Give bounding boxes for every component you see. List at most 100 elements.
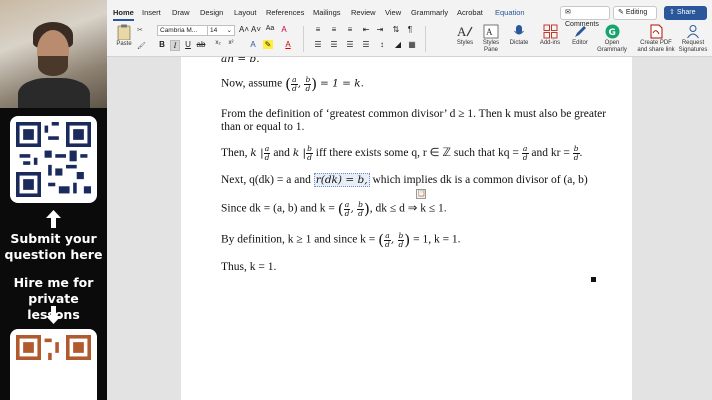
sort-icon[interactable]: ⇅ bbox=[391, 25, 401, 34]
tab-view[interactable]: View bbox=[385, 8, 401, 17]
doc-line-next[interactable]: Next, q(dk) = a and r(dk) = b, which imp… bbox=[221, 173, 588, 187]
doc-line-then-divides[interactable]: Then, k | a d and k | b d iff there exists s… bbox=[221, 145, 582, 162]
numbering-icon[interactable]: ≡ bbox=[329, 25, 339, 34]
document-canvas[interactable]: an = b. Now, assume (a d, b d) = 1 = k. Fr… bbox=[107, 57, 712, 400]
tab-review[interactable]: Review bbox=[351, 8, 376, 17]
editor-button[interactable]: Editor bbox=[569, 24, 591, 47]
svg-text:A: A bbox=[486, 27, 493, 37]
doc-line-since[interactable]: Since dk = (a, b) and k = (a d, b d), dk ≤… bbox=[221, 200, 447, 218]
fraction-a-over-d: ad bbox=[263, 144, 271, 162]
subscript-button[interactable]: x₂ bbox=[213, 40, 223, 46]
fraction-b-over-d: bd bbox=[306, 144, 313, 162]
italic-button[interactable]: I bbox=[170, 40, 180, 51]
tab-home[interactable]: Home bbox=[113, 8, 134, 21]
borders-icon[interactable]: ▦ bbox=[407, 40, 417, 49]
font-size-dropdown[interactable]: 14 ⌄ bbox=[207, 25, 235, 36]
bullets-icon[interactable]: ≡ bbox=[313, 25, 323, 34]
justify-icon[interactable]: ☰ bbox=[361, 40, 371, 49]
toolbar-separator bbox=[303, 26, 304, 52]
doc-line-thus[interactable]: Thus, k = 1. bbox=[221, 261, 276, 273]
arrow-up-icon bbox=[46, 210, 61, 228]
signature-user-icon bbox=[687, 25, 699, 39]
increase-indent-icon[interactable]: ⇥ bbox=[375, 25, 385, 34]
qr-code-submit[interactable] bbox=[10, 116, 97, 203]
strikethrough-button[interactable]: ab bbox=[196, 40, 206, 49]
paren-close: ) bbox=[404, 231, 411, 249]
align-right-icon[interactable]: ☰ bbox=[345, 40, 355, 49]
change-case-icon[interactable]: Aa bbox=[265, 25, 275, 32]
qed-square-icon bbox=[591, 277, 596, 282]
word-ribbon: Home Insert Draw Design Layout Reference… bbox=[107, 0, 712, 57]
paste-options-icon[interactable]: 📋 bbox=[416, 189, 426, 199]
tab-layout[interactable]: Layout bbox=[234, 8, 257, 17]
font-color-icon[interactable]: A bbox=[283, 40, 293, 49]
text-effects-icon[interactable]: A bbox=[248, 40, 258, 49]
share-button[interactable]: ⇧ Share bbox=[664, 6, 707, 20]
doc-line-gcd-definition-cont[interactable]: than or equal to 1. bbox=[221, 121, 304, 133]
tab-references[interactable]: References bbox=[266, 8, 304, 17]
shading-icon[interactable]: ◢ bbox=[393, 40, 403, 49]
tab-equation[interactable]: Equation bbox=[495, 8, 525, 17]
equation-box-selected[interactable]: r(dk) = b, bbox=[313, 173, 370, 187]
multilevel-list-icon[interactable]: ≡ bbox=[345, 25, 355, 34]
fraction-b-over-d: bd bbox=[357, 199, 364, 218]
line-spacing-icon[interactable]: ↕ bbox=[377, 40, 387, 49]
svg-text:G: G bbox=[608, 28, 615, 38]
comments-button[interactable]: ✉ Comments bbox=[560, 6, 610, 28]
shrink-font-icon[interactable]: A˅ bbox=[251, 25, 261, 34]
toolbar-separator bbox=[425, 26, 426, 52]
cut-icon[interactable]: ✂ bbox=[137, 26, 143, 34]
qr-code-icon bbox=[16, 335, 91, 360]
add-ins-button[interactable]: Add-ins bbox=[537, 24, 563, 47]
highlight-color-icon[interactable]: ✎ bbox=[263, 40, 273, 49]
styles-pane-button[interactable]: A Styles Pane bbox=[479, 24, 503, 54]
clear-formatting-icon[interactable]: A bbox=[279, 25, 289, 34]
webcam-body bbox=[18, 78, 90, 108]
align-center-icon[interactable]: ☰ bbox=[329, 40, 339, 49]
tab-acrobat[interactable]: Acrobat bbox=[457, 8, 483, 17]
qr-code-icon bbox=[16, 122, 91, 197]
qr-code-lessons[interactable] bbox=[10, 329, 97, 400]
ribbon-tabs: Home Insert Draw Design Layout Reference… bbox=[107, 3, 712, 28]
doc-line-now-assume[interactable]: Now, assume (a d, b d) = 1 = k. bbox=[221, 75, 364, 93]
share-icon: ⇧ bbox=[669, 9, 675, 16]
doc-line-an-b[interactable]: an = b. bbox=[221, 57, 260, 65]
show-marks-icon[interactable]: ¶ bbox=[405, 25, 415, 34]
clipboard-icon bbox=[117, 24, 131, 40]
tab-insert[interactable]: Insert bbox=[142, 8, 161, 17]
grow-font-icon[interactable]: A˄ bbox=[239, 25, 249, 34]
decrease-indent-icon[interactable]: ⇤ bbox=[361, 25, 371, 34]
tab-draw[interactable]: Draw bbox=[172, 8, 190, 17]
fraction-a-over-d: ad bbox=[290, 74, 298, 93]
editing-mode-button[interactable]: ✎ Editing bbox=[613, 6, 657, 20]
tab-mailings[interactable]: Mailings bbox=[313, 8, 341, 17]
streamer-sidebar: Submit your question here Hire me for pr… bbox=[0, 0, 107, 400]
comment-icon: ✉ bbox=[565, 9, 571, 16]
dictate-button[interactable]: Dictate bbox=[507, 24, 531, 47]
pdf-icon bbox=[650, 24, 662, 39]
fraction-b-over-d: bd bbox=[572, 144, 580, 162]
bold-button[interactable]: B bbox=[157, 40, 167, 49]
submit-question-text: Submit your question here bbox=[4, 231, 103, 262]
format-painter-icon[interactable]: 🖌 bbox=[137, 42, 146, 50]
underline-button[interactable]: U bbox=[183, 40, 193, 49]
open-grammarly-button[interactable]: G Open Grammarly bbox=[597, 24, 627, 54]
tab-grammarly[interactable]: Grammarly bbox=[411, 8, 448, 17]
document-page[interactable]: an = b. Now, assume (a d, b d) = 1 = k. Fr… bbox=[181, 57, 632, 400]
doc-line-by-definition[interactable]: By definition, k ≥ 1 and since k = (a d, … bbox=[221, 231, 461, 249]
pencil-icon: ✎ bbox=[618, 9, 624, 16]
superscript-button[interactable]: x² bbox=[226, 40, 236, 46]
paste-button[interactable]: Paste bbox=[113, 24, 135, 48]
tab-design[interactable]: Design bbox=[200, 8, 223, 17]
paren-close: ) bbox=[311, 75, 318, 93]
doc-line-gcd-definition[interactable]: From the definition of ‘greatest common … bbox=[221, 108, 606, 120]
align-left-icon[interactable]: ☰ bbox=[313, 40, 323, 49]
fraction-a-over-d: ad bbox=[384, 230, 391, 249]
webcam-feed bbox=[0, 0, 107, 108]
styles-pane-icon: A bbox=[483, 24, 499, 39]
create-pdf-button[interactable]: Create PDF and share link bbox=[637, 24, 675, 54]
request-signatures-button[interactable]: Request Signatures bbox=[677, 24, 709, 54]
styles-icon: A bbox=[457, 24, 473, 39]
microphone-icon bbox=[514, 25, 524, 35]
styles-button[interactable]: A Styles bbox=[453, 24, 477, 47]
